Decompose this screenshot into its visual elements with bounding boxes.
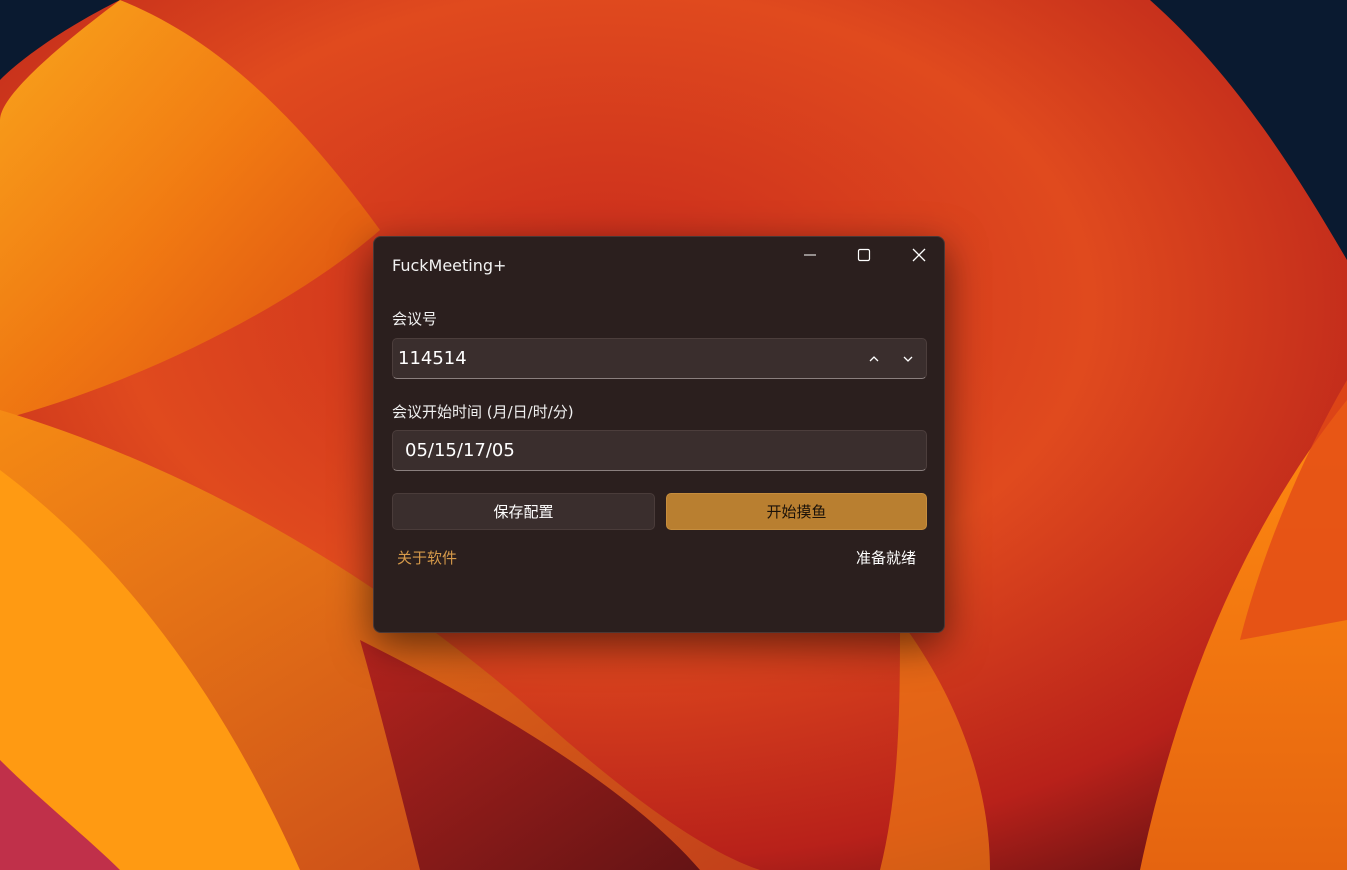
maximize-button[interactable] — [841, 237, 887, 273]
start-time-label: 会议开始时间 (月/日/时/分) — [392, 403, 574, 421]
decrement-button[interactable] — [894, 345, 922, 373]
about-link[interactable]: 关于软件 — [397, 547, 457, 568]
start-time-input[interactable]: 05/15/17/05 — [392, 430, 927, 471]
app-window: FuckMeeting+ 会议号 114514 会议开始时间 (月/日/时/分) — [373, 236, 945, 633]
save-config-button[interactable]: 保存配置 — [392, 493, 655, 530]
meeting-id-value: 114514 — [398, 348, 467, 369]
minimize-button[interactable] — [787, 237, 833, 273]
start-time-value: 05/15/17/05 — [405, 440, 515, 461]
close-button[interactable] — [896, 237, 942, 273]
meeting-id-label: 会议号 — [392, 310, 438, 328]
start-button[interactable]: 开始摸鱼 — [666, 493, 927, 530]
close-icon — [912, 248, 926, 262]
increment-button[interactable] — [860, 345, 888, 373]
chevron-down-icon — [903, 356, 913, 362]
meeting-id-input[interactable]: 114514 — [392, 338, 927, 379]
maximize-icon — [857, 248, 871, 262]
minimize-icon — [804, 254, 816, 256]
status-text: 准备就绪 — [855, 549, 916, 567]
window-title: FuckMeeting+ — [392, 256, 507, 275]
chevron-up-icon — [869, 356, 879, 362]
